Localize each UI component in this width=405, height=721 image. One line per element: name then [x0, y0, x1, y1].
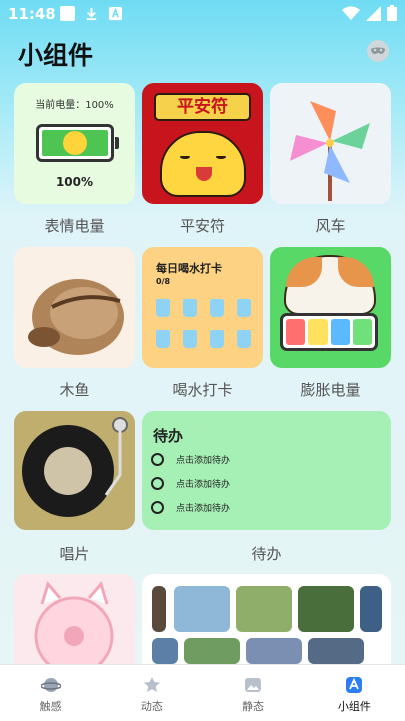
tab-label: 静态 — [242, 700, 265, 713]
water-cups — [156, 299, 256, 348]
pinwheel-icon — [290, 101, 370, 201]
tab-dongtai[interactable]: 动态 — [101, 665, 202, 721]
todo-item[interactable]: 点击添加待办 — [151, 477, 230, 490]
notification-square-icon — [60, 6, 75, 21]
gallery-thumb[interactable] — [152, 586, 166, 632]
todo-widget[interactable]: 待办 点击添加待办 点击添加待办 点击添加待办 — [142, 411, 391, 530]
battery-text: 当前电量：100% — [35, 100, 114, 111]
cup-icon[interactable] — [210, 299, 224, 317]
gallery-thumb[interactable] — [360, 586, 382, 632]
water-widget[interactable]: 每日喝水打卡 0/8 — [142, 247, 263, 368]
lucky-cat-icon — [160, 131, 246, 197]
battery-widget[interactable]: 当前电量：100% 100% — [14, 83, 135, 204]
battery-cap — [115, 137, 119, 149]
status-time: 11:48 — [8, 5, 56, 23]
water-widget-label: 喝水打卡 — [172, 381, 233, 399]
cup-icon[interactable] — [156, 330, 170, 348]
star-cat-icon — [143, 677, 160, 692]
download-icon — [86, 7, 97, 21]
wooden-fish-icon — [28, 279, 124, 355]
swell-battery-widget-label: 膨胀电量 — [300, 381, 361, 399]
fan-widget[interactable] — [14, 574, 135, 664]
gallery-thumb[interactable] — [246, 638, 302, 664]
amulet-widget-label: 平安符 — [179, 217, 225, 235]
todo-widget-label: 待办 — [251, 545, 282, 563]
planet-icon — [40, 678, 61, 692]
todo-item-label: 点击添加待办 — [176, 504, 231, 514]
todo-item-label: 点击添加待办 — [176, 480, 231, 490]
tab-widgets[interactable]: 小组件 — [304, 665, 405, 721]
battery-widget-label: 表情电量 — [44, 217, 105, 235]
status-bar: 11:48 — [0, 0, 405, 28]
app-a-icon — [108, 6, 123, 21]
gallery-thumb[interactable] — [308, 638, 364, 664]
cup-icon[interactable] — [210, 330, 224, 348]
cat-fan-icon — [34, 580, 114, 664]
gallery-thumb[interactable] — [298, 586, 354, 632]
cup-icon[interactable] — [156, 299, 170, 317]
swell-battery-widget[interactable] — [270, 247, 391, 368]
battery-status-icon — [387, 5, 397, 21]
wooden-fish-widget[interactable] — [14, 247, 135, 368]
record-cover-image — [44, 447, 92, 495]
wooden-fish-widget-label: 木鱼 — [59, 381, 90, 399]
signal-icon — [366, 5, 381, 21]
battery-percent: 100% — [55, 175, 94, 189]
tonearm-icon — [104, 417, 128, 496]
tab-label: 动态 — [140, 700, 163, 713]
checkbox-circle-icon[interactable] — [151, 477, 164, 490]
amulet-banner: 平安符 — [154, 93, 251, 121]
todo-title: 待办 — [153, 427, 184, 445]
gallery-widget[interactable] — [142, 574, 391, 664]
mask-icon — [371, 47, 385, 54]
water-progress: 0/8 — [156, 277, 171, 286]
water-title: 每日喝水打卡 — [156, 262, 222, 275]
record-widget-label: 唱片 — [59, 545, 90, 563]
tab-jingtai[interactable]: 静态 — [203, 665, 304, 721]
amulet-widget[interactable]: 平安符 — [142, 83, 263, 204]
image-icon — [245, 678, 262, 692]
record-widget[interactable] — [14, 411, 135, 530]
swell-battery-bar — [280, 313, 378, 351]
cup-icon[interactable] — [183, 330, 197, 348]
gallery-thumb[interactable] — [174, 586, 230, 632]
wifi-icon — [342, 5, 360, 20]
todo-item-label: 点击添加待办 — [176, 456, 231, 466]
pinwheel-widget-label: 风车 — [315, 217, 346, 235]
page-title: 小组件 — [18, 41, 94, 70]
battery-graphic — [36, 124, 114, 162]
amulet-text: 平安符 — [177, 97, 228, 117]
profile-mask-button[interactable] — [367, 40, 389, 62]
cup-icon[interactable] — [237, 330, 251, 348]
gallery-thumb[interactable] — [236, 586, 292, 632]
bottom-tab-bar: 触感 动态 静态 小组件 — [0, 664, 405, 721]
chick-emoji-icon — [63, 131, 87, 155]
widget-icon — [346, 677, 363, 693]
cup-icon[interactable] — [237, 299, 251, 317]
gallery-thumb[interactable] — [152, 638, 178, 664]
tab-label: 触感 — [39, 700, 62, 713]
cat-face-icon — [284, 255, 376, 315]
checkbox-circle-icon[interactable] — [151, 501, 164, 514]
cup-icon[interactable] — [183, 299, 197, 317]
tab-chugan[interactable]: 触感 — [0, 665, 101, 721]
checkbox-circle-icon[interactable] — [151, 453, 164, 466]
todo-item[interactable]: 点击添加待办 — [151, 501, 230, 514]
tab-label: 小组件 — [337, 700, 371, 713]
todo-item[interactable]: 点击添加待办 — [151, 453, 230, 466]
gallery-thumb[interactable] — [184, 638, 240, 664]
pinwheel-widget[interactable] — [270, 83, 391, 204]
